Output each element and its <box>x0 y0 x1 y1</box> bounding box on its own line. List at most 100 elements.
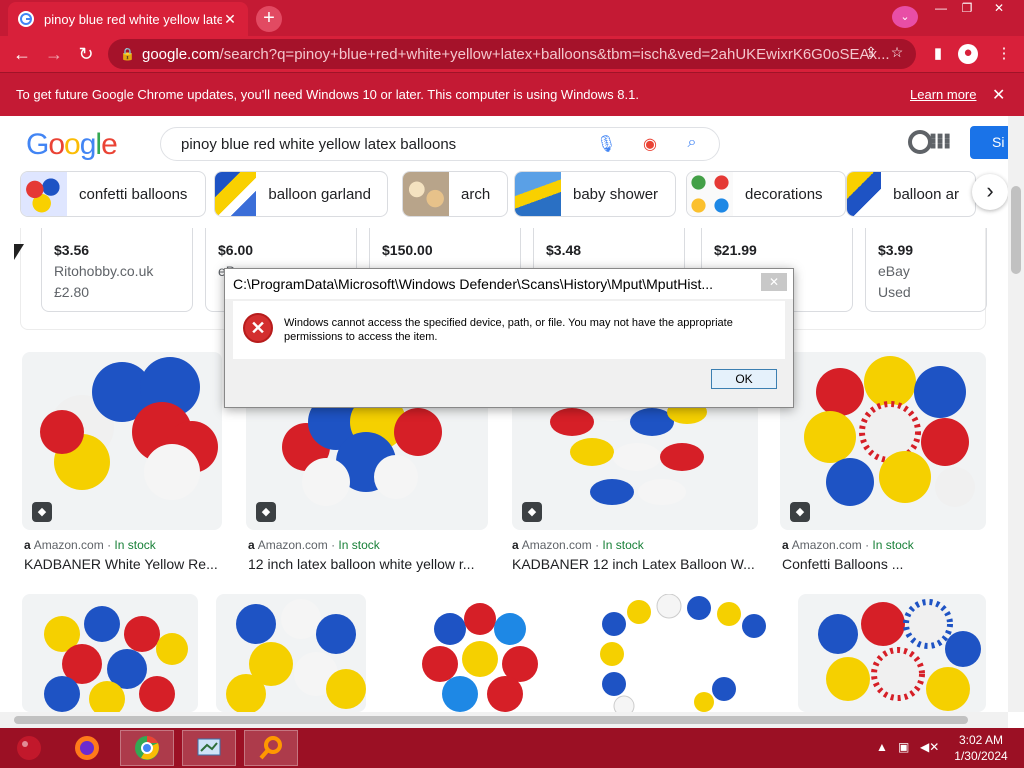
magnifier-icon <box>259 736 282 760</box>
product-card[interactable]: $3.56 Ritohobby.co.uk £2.80 <box>41 228 193 312</box>
profile-avatar-icon[interactable]: ● <box>958 44 978 64</box>
mouse-cursor-icon <box>14 244 24 260</box>
dialog-body: ✕ Windows cannot access the specified de… <box>233 301 785 359</box>
amazon-icon: a <box>782 538 789 552</box>
kebab-menu-icon[interactable]: ⋮ <box>994 44 1014 64</box>
product-seller: eBay <box>878 263 910 279</box>
result-source-name: Amazon.com <box>521 538 592 552</box>
result-source: a Amazon.com · In stock <box>24 538 156 552</box>
image-result[interactable] <box>594 594 776 712</box>
result-title[interactable]: KADBANER 12 inch Latex Balloon W... <box>512 556 755 572</box>
image-result[interactable] <box>798 594 986 712</box>
control-panel-icon <box>197 738 221 756</box>
search-query: pinoy blue red white yellow latex balloo… <box>181 135 457 153</box>
result-source-name: Amazon.com <box>791 538 862 552</box>
chip-confetti-balloons[interactable]: confetti balloons <box>20 171 206 217</box>
logo-letter: G <box>26 128 49 161</box>
reload-icon[interactable]: ↻ <box>74 42 98 66</box>
taskbar-firefox[interactable] <box>60 730 114 766</box>
volume-muted-icon[interactable]: ◀✕ <box>920 740 939 754</box>
start-orb-icon <box>17 736 41 760</box>
balloon-image <box>44 606 188 712</box>
taskbar-chrome[interactable] <box>120 730 174 766</box>
result-title[interactable]: 12 inch latex balloon white yellow r... <box>248 556 474 572</box>
search-icon[interactable]: ⌕ <box>682 134 702 154</box>
lock-icon: 🔒 <box>120 47 135 61</box>
clock-time: 3:02 AM <box>958 733 1004 747</box>
result-stock: In stock <box>872 538 914 552</box>
image-result[interactable] <box>216 594 366 712</box>
balloon-image <box>600 594 766 712</box>
chip-arch[interactable]: arch <box>402 171 508 217</box>
sign-in-button[interactable]: Si <box>970 126 1008 159</box>
lens-icon[interactable]: ◉ <box>640 134 660 154</box>
tab-close-icon[interactable]: ✕ <box>222 11 238 28</box>
result-stock: In stock <box>338 538 380 552</box>
source-separator: · <box>595 538 600 552</box>
google-logo[interactable]: Google <box>26 128 118 162</box>
image-result[interactable] <box>390 594 572 712</box>
new-tab-button[interactable]: + <box>256 6 282 32</box>
chip-thumbnail <box>515 172 561 216</box>
balloon-image <box>804 356 975 507</box>
bookmark-star-icon[interactable]: ☆ <box>888 44 906 62</box>
result-stock: In stock <box>602 538 644 552</box>
voice-search-icon[interactable]: 🎙 <box>596 134 616 154</box>
result-title[interactable]: KADBANER White Yellow Re... <box>24 556 218 572</box>
search-input[interactable]: pinoy blue red white yellow latex balloo… <box>160 127 720 161</box>
chip-baby-shower[interactable]: baby shower <box>514 171 676 217</box>
dialog-message: Windows cannot access the specified devi… <box>284 317 733 343</box>
product-price: $150.00 <box>382 242 433 258</box>
image-result[interactable]: ◆ <box>22 352 222 530</box>
dialog-close-button[interactable]: ✕ <box>761 273 787 291</box>
taskbar-search-app[interactable] <box>244 730 298 766</box>
share-icon[interactable]: ⇪ <box>862 44 880 62</box>
product-card[interactable]: $3.99 eBay Used <box>865 228 987 312</box>
image-result[interactable]: ◆ <box>780 352 986 530</box>
logo-letter: o <box>48 128 65 161</box>
browser-tab[interactable]: pinoy blue red white yellow latex ✕ <box>8 2 248 36</box>
source-separator: · <box>865 538 870 552</box>
result-title[interactable]: Confetti Balloons ... <box>782 556 903 572</box>
chip-balloon-arch[interactable]: balloon ar <box>846 171 976 217</box>
apps-grid-icon[interactable]: ■■■ ■■■ ■■■ <box>930 132 950 152</box>
chevron-right-icon[interactable]: › <box>972 174 1008 210</box>
forward-arrow-icon[interactable]: → <box>42 42 66 66</box>
chip-label: balloon garland <box>268 185 371 203</box>
shopping-tag-icon: ◆ <box>522 502 542 522</box>
system-clock[interactable]: 3:02 AM 1/30/2024 <box>948 732 1014 764</box>
scrollbar-thumb[interactable] <box>1011 186 1021 274</box>
image-result[interactable] <box>22 594 198 712</box>
address-bar[interactable]: 🔒 google.com/search?q=pinoy+blue+red+whi… <box>108 39 916 69</box>
ok-button[interactable]: OK <box>711 369 777 389</box>
network-icon[interactable]: ▣ <box>898 740 909 754</box>
product-price: $3.56 <box>54 242 90 258</box>
product-subprice: £2.80 <box>54 284 90 300</box>
learn-more-link[interactable]: Learn more <box>910 87 976 102</box>
tab-search-icon[interactable]: ⌄ <box>892 6 918 28</box>
dialog-title: C:\ProgramData\Microsoft\Windows Defende… <box>225 269 793 299</box>
side-panel-icon[interactable]: ▮ <box>928 44 948 64</box>
start-button[interactable] <box>2 730 56 766</box>
shopping-tag-icon: ◆ <box>32 502 52 522</box>
infobar-close-icon[interactable]: ✕ <box>992 85 1005 105</box>
amazon-icon: a <box>24 538 31 552</box>
source-separator: · <box>331 538 336 552</box>
horizontal-scrollbar[interactable] <box>0 712 1008 728</box>
settings-gear-icon[interactable] <box>908 130 932 154</box>
chip-thumbnail <box>215 172 257 216</box>
chip-label: confetti balloons <box>79 185 188 203</box>
scrollbar-thumb[interactable] <box>14 716 968 724</box>
show-hidden-icons[interactable]: ▲ <box>876 740 888 754</box>
back-arrow-icon[interactable]: ← <box>10 42 34 66</box>
taskbar-control-panel[interactable] <box>182 730 236 766</box>
error-dialog: C:\ProgramData\Microsoft\Windows Defende… <box>224 268 794 408</box>
restore-icon[interactable]: ❐ <box>952 0 982 18</box>
chip-decorations[interactable]: decorations <box>686 171 846 217</box>
vertical-scrollbar[interactable] <box>1008 116 1024 712</box>
related-search-chips: confetti balloons balloon garland arch b… <box>20 171 1008 217</box>
chip-thumbnail <box>687 172 733 216</box>
window-close-icon[interactable]: ✕ <box>984 0 1014 18</box>
balloon-image <box>40 357 218 500</box>
chip-balloon-garland[interactable]: balloon garland <box>214 171 388 217</box>
